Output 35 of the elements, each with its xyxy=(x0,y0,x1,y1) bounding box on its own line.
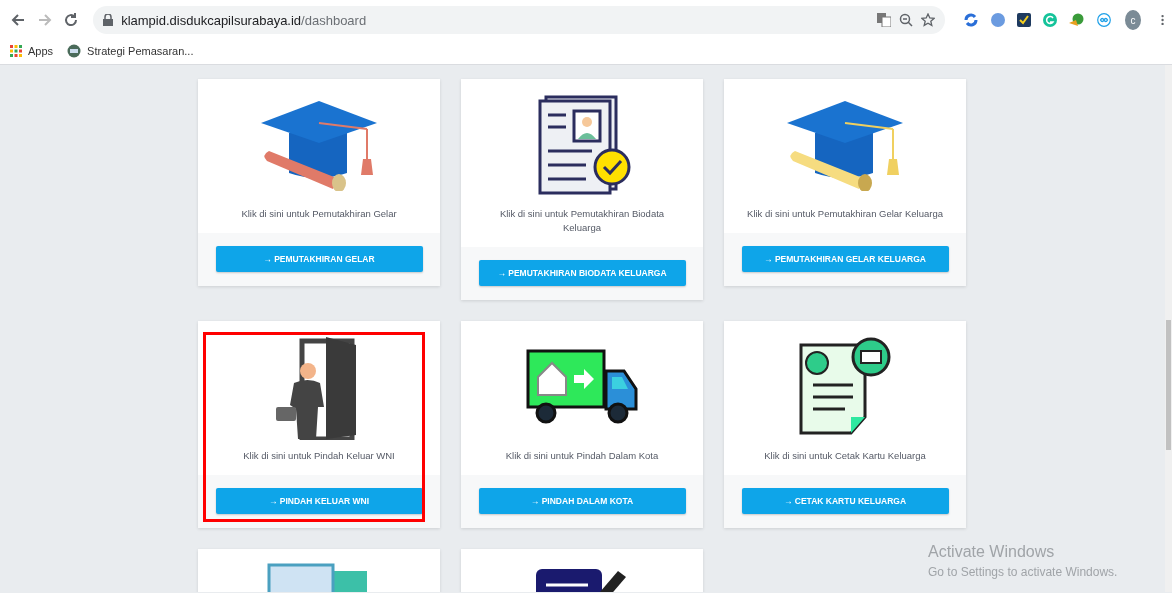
graduation-cap-icon xyxy=(259,99,379,191)
action-button[interactable]: → PEMUTAKHIRAN GELAR xyxy=(215,246,423,272)
action-button[interactable]: → PEMUTAKHIRAN BIODATA KELUARGA xyxy=(478,260,686,286)
graduation-cap-icon xyxy=(785,99,905,191)
card-caption: Klik di sini untuk Pemutakhiran Biodata Keluarga xyxy=(498,207,666,235)
card-caption: Klik di sini untuk Pindah Dalam Kota xyxy=(505,449,659,463)
lock-icon xyxy=(103,14,114,26)
activation-title: Activate Windows xyxy=(928,543,1056,561)
action-button[interactable]: → PINDAH KELUAR WNI xyxy=(215,488,423,514)
reload-icon[interactable] xyxy=(62,12,79,28)
scrollbar[interactable] xyxy=(1165,65,1172,592)
extension-icon[interactable] xyxy=(991,13,1006,27)
menu-icon[interactable] xyxy=(1160,13,1164,27)
card-caption: Klik di sini untuk Pemutakhiran Gelar Keluarga xyxy=(747,207,943,221)
sync-icon[interactable] xyxy=(963,12,980,28)
apps-grid-icon xyxy=(10,45,22,57)
checkmark-extension-icon[interactable] xyxy=(1017,13,1032,27)
address-bar[interactable]: klampid.disdukcapilsurabaya.id/dashboard xyxy=(93,6,946,34)
profile-avatar[interactable]: c xyxy=(1125,10,1141,30)
action-button[interactable]: → PEMUTAKHIRAN GELAR KELUARGA xyxy=(741,246,949,272)
bookmark-link[interactable]: Apps xyxy=(28,45,54,57)
card-caption: Klik di sini untuk Pindah Keluar WNI xyxy=(243,449,395,463)
card-caption: Klik di sini untuk Pemutakhiran Gelar xyxy=(241,207,397,221)
translate-icon[interactable] xyxy=(877,13,892,27)
globe-icon xyxy=(67,44,82,58)
bookmark-link[interactable]: Strategi Pemasaran... xyxy=(87,45,194,57)
back-icon[interactable] xyxy=(10,12,27,28)
infinity-icon[interactable] xyxy=(1097,13,1112,27)
action-button[interactable]: → CETAK KARTU KELUARGA xyxy=(741,488,949,514)
activation-subtitle: Go to Settings to activate Windows. xyxy=(928,565,1118,579)
card-caption: Klik di sini untuk Cetak Kartu Keluarga xyxy=(764,449,926,463)
url-text: klampid.disdukcapilsurabaya.id/dashboard xyxy=(121,12,368,28)
action-button[interactable]: → PINDAH DALAM KOTA xyxy=(478,488,686,514)
star-icon[interactable] xyxy=(921,13,936,27)
zoom-out-icon[interactable] xyxy=(899,13,914,27)
